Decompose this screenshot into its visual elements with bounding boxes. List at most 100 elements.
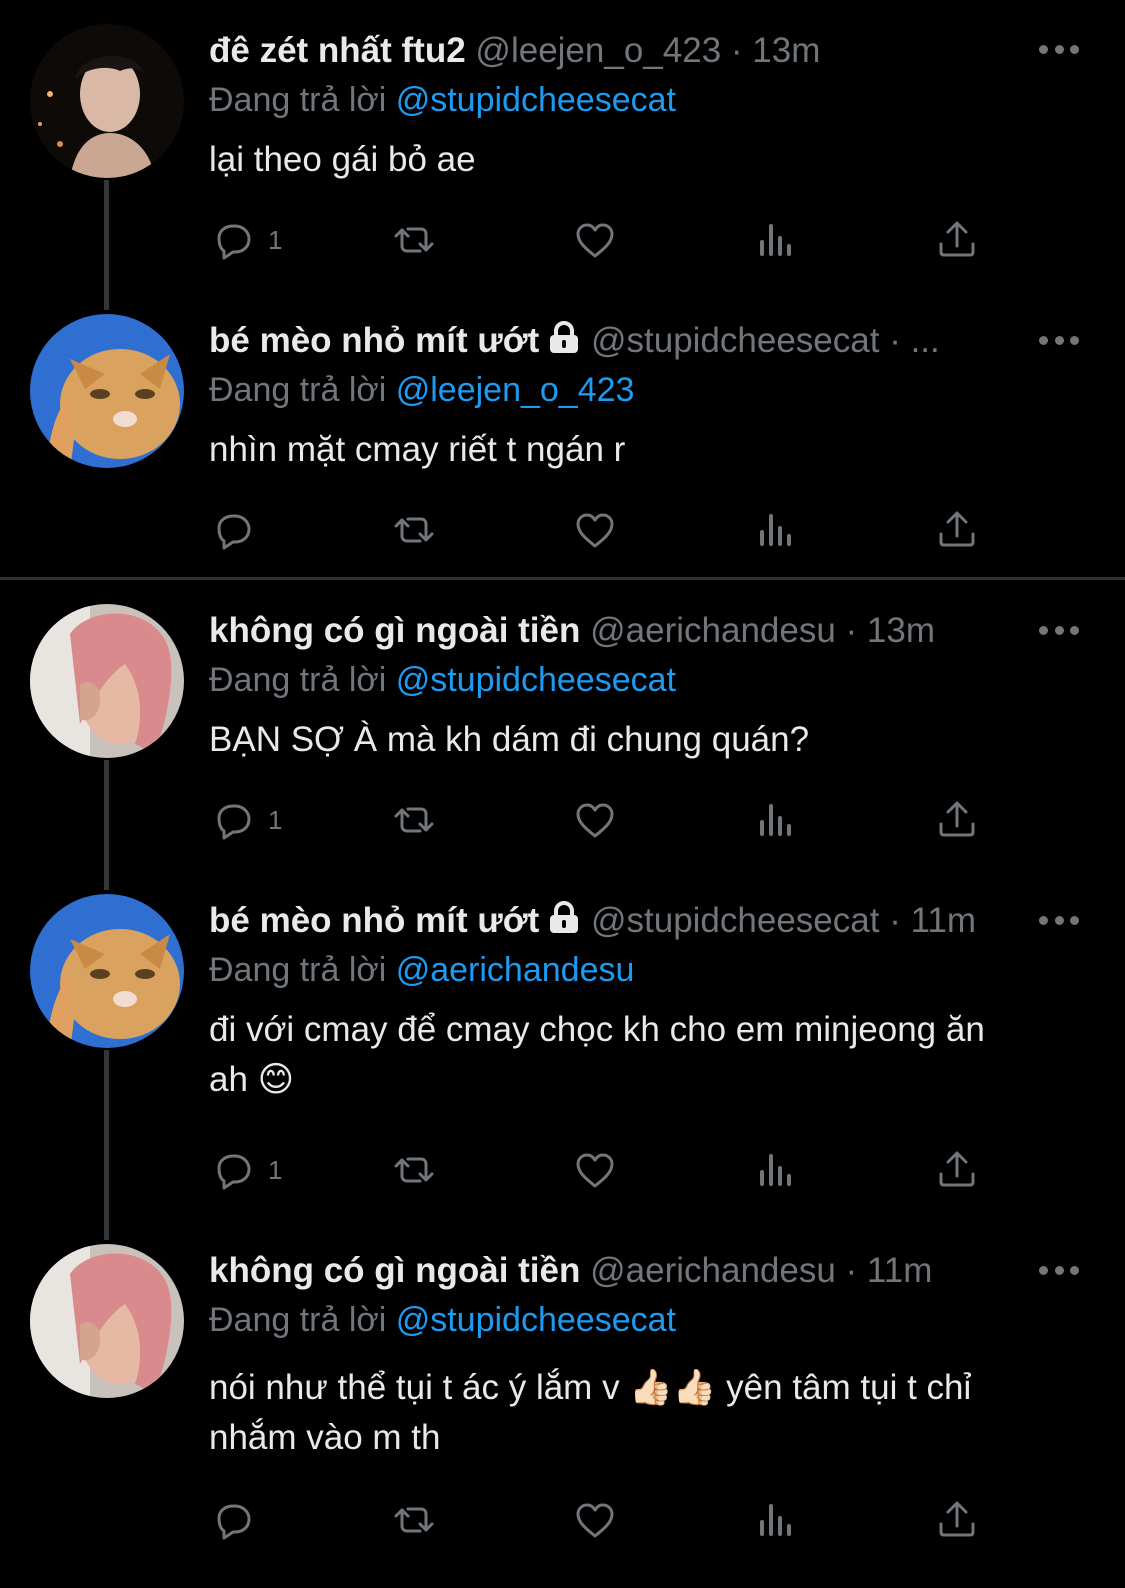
timestamp[interactable]: · 13m: [731, 31, 820, 70]
avatar[interactable]: [30, 1244, 184, 1398]
reply-mention[interactable]: @leejen_o_423: [396, 371, 635, 409]
retweet-button[interactable]: [390, 795, 438, 845]
views-icon: [760, 1504, 791, 1536]
timestamp[interactable]: · 11m: [846, 1251, 933, 1290]
timestamp[interactable]: · 11m: [889, 901, 976, 940]
share-button[interactable]: [933, 1145, 981, 1195]
share-icon: [939, 221, 975, 257]
handle[interactable]: @aerichandesu: [590, 1251, 836, 1290]
reply-button[interactable]: 1: [210, 795, 282, 845]
like-button[interactable]: [571, 1145, 619, 1195]
tweet-text: đi với cmay để cmay chọc kh cho em minje…: [209, 1005, 1069, 1105]
avatar-image: [30, 604, 184, 758]
reply-button[interactable]: 1: [210, 215, 282, 265]
views-icon: [760, 224, 791, 256]
avatar-image: [30, 24, 184, 178]
tweet-text: lại theo gái bỏ ae: [209, 140, 476, 179]
share-icon: [939, 1501, 975, 1537]
display-name[interactable]: đê zét nhất ftu2: [209, 31, 466, 70]
share-icon: [939, 801, 975, 837]
more-icon[interactable]: [1039, 42, 1079, 56]
lock-icon: [550, 321, 579, 353]
reply-context: Đang trả lời @aerichandesu: [209, 948, 634, 992]
like-button[interactable]: [571, 795, 619, 845]
action-bar: [0, 505, 1125, 555]
views-button[interactable]: [752, 505, 800, 555]
reply-context: Đang trả lời @stupidcheesecat: [209, 658, 676, 702]
timestamp[interactable]: · ...: [889, 321, 940, 360]
avatar[interactable]: [30, 24, 184, 178]
reply-icon: [217, 1504, 251, 1540]
views-button[interactable]: [752, 795, 800, 845]
retweet-icon: [394, 807, 434, 833]
reply-mention[interactable]: @aerichandesu: [396, 951, 635, 989]
more-icon[interactable]: [1039, 623, 1079, 637]
retweet-button[interactable]: [390, 505, 438, 555]
reply-button[interactable]: 1: [210, 1145, 282, 1195]
retweet-icon: [394, 227, 434, 253]
handle[interactable]: @stupidcheesecat: [591, 901, 879, 940]
more-icon[interactable]: [1039, 333, 1079, 347]
share-button[interactable]: [933, 505, 981, 555]
views-button[interactable]: [752, 1495, 800, 1545]
tweet-text-line: nói như thể tụi t ác ý lắm v 👍🏻👍🏻 yên tâ…: [209, 1368, 972, 1407]
display-name[interactable]: bé mèo nhỏ mít ướt: [209, 901, 539, 940]
views-button[interactable]: [752, 215, 800, 265]
like-button[interactable]: [571, 505, 619, 555]
more-icon[interactable]: [1039, 913, 1079, 927]
like-button[interactable]: [571, 215, 619, 265]
tweet-header: bé mèo nhỏ mít ướt @stupidcheesecat · ..…: [209, 318, 1085, 364]
tweet-text-line: đi với cmay để cmay chọc kh cho em minje…: [209, 1010, 985, 1049]
more-icon[interactable]: [1039, 1263, 1079, 1277]
heart-icon: [576, 223, 614, 258]
retweet-icon: [394, 1157, 434, 1183]
like-button[interactable]: [571, 1495, 619, 1545]
reply-mention[interactable]: @stupidcheesecat: [396, 81, 676, 119]
tweet-text-line: nhắm vào m th: [209, 1418, 441, 1457]
handle[interactable]: @leejen_o_423: [475, 31, 721, 70]
thread-divider: [0, 577, 1125, 580]
reply-prefix: Đang trả lời: [209, 1301, 387, 1339]
avatar-image: [30, 894, 184, 1048]
display-name[interactable]: không có gì ngoài tiền: [209, 1251, 580, 1290]
action-bar: 1: [0, 795, 1125, 845]
avatar[interactable]: [30, 314, 184, 468]
avatar-image: [30, 314, 184, 468]
reply-button[interactable]: [210, 1495, 268, 1545]
avatar[interactable]: [30, 604, 184, 758]
reply-mention[interactable]: @stupidcheesecat: [396, 661, 676, 699]
reply-button[interactable]: [210, 505, 268, 555]
reply-prefix: Đang trả lời: [209, 951, 387, 989]
handle[interactable]: @aerichandesu: [590, 611, 836, 650]
views-icon: [760, 804, 791, 836]
views-button[interactable]: [752, 1145, 800, 1195]
tweet-header: không có gì ngoài tiền @aerichandesu · 1…: [209, 1248, 1085, 1294]
lock-icon: [550, 901, 579, 933]
share-button[interactable]: [933, 1495, 981, 1545]
share-button[interactable]: [933, 215, 981, 265]
avatar[interactable]: [30, 894, 184, 1048]
retweet-button[interactable]: [390, 1495, 438, 1545]
heart-icon: [576, 1153, 614, 1188]
display-name[interactable]: không có gì ngoài tiền: [209, 611, 580, 650]
share-icon: [939, 1151, 975, 1187]
tweet-header: không có gì ngoài tiền @aerichandesu · 1…: [209, 608, 1085, 654]
reply-count: 1: [268, 804, 283, 835]
handle[interactable]: @stupidcheesecat: [591, 321, 879, 360]
views-icon: [760, 1154, 791, 1186]
reply-count: 1: [268, 224, 283, 255]
retweet-button[interactable]: [390, 1145, 438, 1195]
share-button[interactable]: [933, 795, 981, 845]
reply-icon: [217, 1154, 251, 1190]
retweet-button[interactable]: [390, 215, 438, 265]
views-icon: [760, 514, 791, 546]
reply-icon: [217, 514, 251, 550]
retweet-icon: [394, 1507, 434, 1533]
timestamp[interactable]: · 13m: [846, 611, 935, 650]
heart-icon: [576, 1503, 614, 1538]
reply-context: Đang trả lời @stupidcheesecat: [209, 78, 676, 122]
reply-mention[interactable]: @stupidcheesecat: [396, 1301, 676, 1339]
tweet-header: bé mèo nhỏ mít ướt @stupidcheesecat · 11…: [209, 898, 1085, 944]
display-name[interactable]: bé mèo nhỏ mít ướt: [209, 321, 539, 360]
action-bar: 1: [0, 215, 1125, 265]
